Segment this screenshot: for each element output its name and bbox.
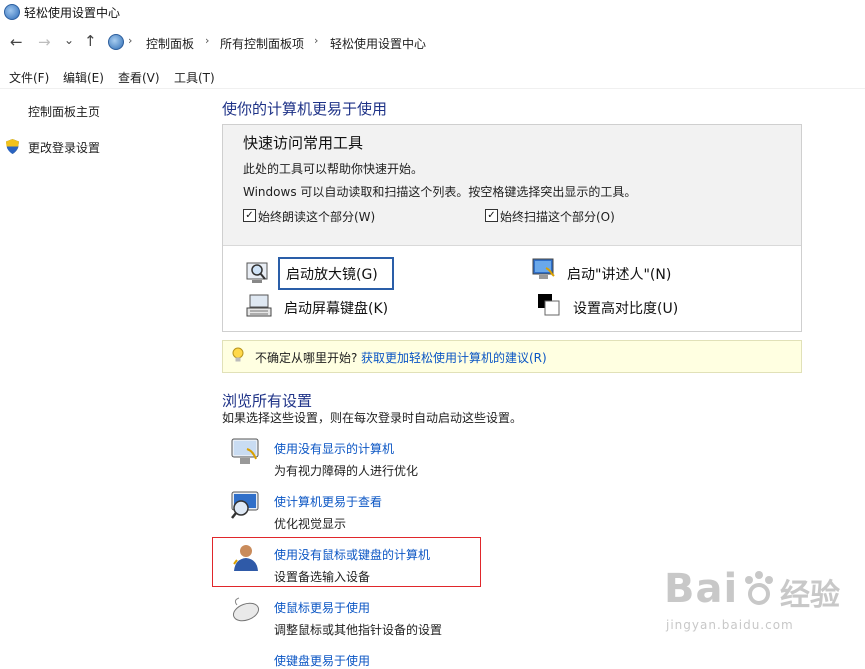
breadcrumb-separator[interactable]: › — [128, 34, 132, 47]
always-read-checkbox[interactable]: ✓ — [243, 209, 256, 222]
tip-prefix: 不确定从哪里开始? — [255, 351, 358, 365]
always-read-label[interactable]: 始终朗读这个部分(W) — [258, 208, 375, 225]
quick-access-intro: 此处的工具可以帮助你快速开始。 — [243, 162, 424, 176]
on-screen-keyboard-icon — [246, 294, 272, 317]
get-recommendations-link[interactable]: 获取更加轻松使用计算机的建议(R) — [361, 349, 547, 366]
computer-without-display-icon — [231, 438, 259, 464]
breadcrumb-all-items[interactable]: 所有控制面板项 — [220, 35, 304, 52]
set-high-contrast-button[interactable]: 设置高对比度(U) — [573, 298, 678, 318]
menu-tools[interactable]: 工具(T) — [174, 69, 215, 86]
narrator-icon — [532, 258, 555, 279]
sidebar-change-login-settings[interactable]: 更改登录设置 — [28, 139, 100, 156]
person-input-device-icon — [233, 545, 258, 571]
menu-edit[interactable]: 编辑(E) — [63, 69, 104, 86]
watermark-brand: Bai — [664, 566, 739, 612]
back-arrow-icon[interactable]: ← — [10, 34, 23, 50]
browse-settings-description: 如果选择这些设置，则在每次登录时自动启动这些设置。 — [222, 411, 523, 425]
high-contrast-icon — [538, 294, 560, 316]
setting-use-without-display[interactable]: 使用没有显示的计算机 — [274, 440, 394, 457]
always-scan-checkbox[interactable]: ✓ — [485, 209, 498, 222]
quick-access-title: 快速访问常用工具 — [243, 134, 364, 152]
start-on-screen-keyboard-button[interactable]: 启动屏幕键盘(K) — [284, 298, 388, 318]
setting-use-without-mouse-keyboard-desc: 设置备选输入设备 — [274, 570, 371, 584]
breadcrumb-ease-of-access[interactable]: 轻松使用设置中心 — [330, 35, 426, 52]
setting-easier-to-see[interactable]: 使计算机更易于查看 — [274, 493, 382, 510]
watermark-url: jingyan.baidu.com — [666, 618, 794, 632]
title-bar: 轻松使用设置中心 — [0, 0, 865, 24]
easier-to-see-icon — [231, 491, 259, 519]
magnifier-icon — [246, 262, 268, 283]
setting-use-without-mouse-keyboard[interactable]: 使用没有鼠标或键盘的计算机 — [274, 546, 430, 563]
setting-mouse-easier[interactable]: 使鼠标更易于使用 — [274, 599, 370, 616]
start-magnifier-label[interactable]: 启动放大镜(G) — [286, 264, 378, 284]
forward-arrow-icon[interactable]: → — [38, 34, 51, 50]
menu-view[interactable]: 查看(V) — [118, 69, 160, 86]
lightbulb-icon — [232, 347, 244, 362]
sidebar-control-panel-home[interactable]: 控制面板主页 — [28, 103, 100, 120]
browse-settings-heading: 浏览所有设置 — [222, 392, 313, 410]
paw-icon — [745, 571, 773, 605]
breadcrumb-separator[interactable]: › — [205, 34, 209, 47]
setting-mouse-easier-desc: 调整鼠标或其他指针设备的设置 — [274, 623, 443, 637]
always-scan-label[interactable]: 始终扫描这个部分(O) — [500, 208, 615, 225]
start-narrator-button[interactable]: 启动"讲述人"(N) — [567, 264, 671, 284]
setting-easier-to-see-desc: 优化视觉显示 — [274, 517, 347, 531]
baidu-watermark: Bai 经验 jingyan.baidu.com — [664, 566, 864, 660]
window-title: 轻松使用设置中心 — [24, 6, 121, 20]
uac-shield-icon — [6, 139, 19, 154]
mouse-icon — [232, 597, 260, 622]
page-title: 使你的计算机更易于使用 — [222, 100, 388, 118]
quick-access-instructions: Windows 可以自动读取和扫描这个列表。按空格键选择突出显示的工具。 — [243, 185, 637, 199]
watermark-brand-cn: 经验 — [780, 578, 840, 613]
ease-of-access-icon — [4, 4, 20, 20]
breadcrumb-control-panel[interactable]: 控制面板 — [146, 35, 194, 52]
recent-locations-chevron-icon[interactable]: ⌄ — [64, 32, 74, 48]
up-arrow-icon[interactable]: ↑ — [84, 33, 97, 49]
breadcrumb-separator[interactable]: › — [314, 34, 318, 47]
control-panel-icon — [108, 34, 124, 50]
setting-keyboard-easier[interactable]: 使键盘更易于使用 — [274, 652, 370, 669]
menu-file[interactable]: 文件(F) — [9, 69, 49, 86]
setting-use-without-display-desc: 为有视力障碍的人进行优化 — [274, 464, 419, 478]
